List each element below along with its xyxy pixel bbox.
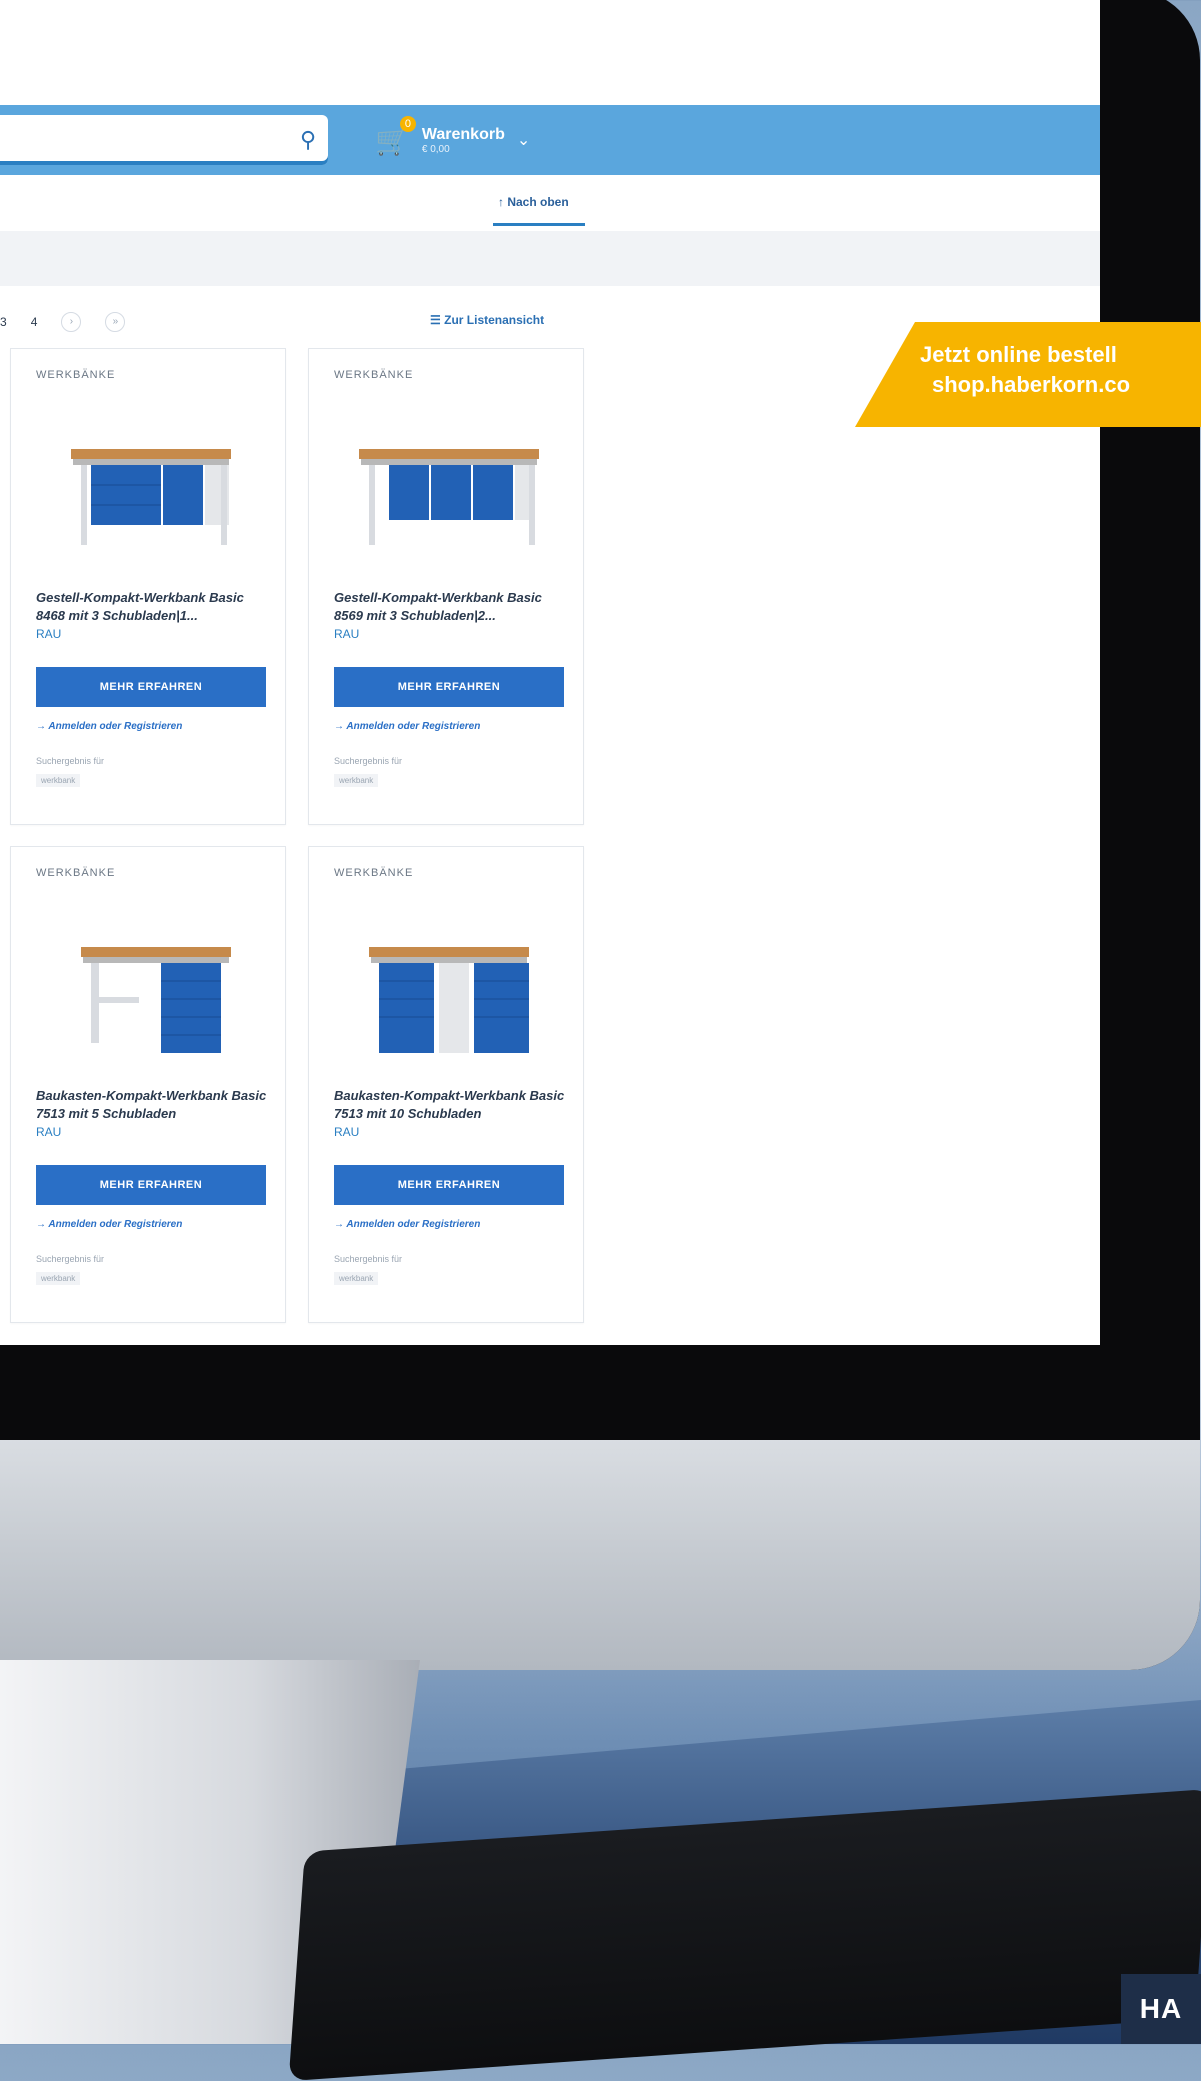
search-term-tag: werkbank [36,774,81,787]
more-info-button[interactable]: MEHR ERFAHREN [36,1165,266,1205]
back-to-top-link[interactable]: ↑ Nach oben [498,195,569,209]
search-icon[interactable]: ⚲ [300,127,326,153]
cart-icon: 🛒 0 [375,115,416,157]
product-category: WERKBÄNKE [334,867,414,879]
cart-amount: € 0,00 [421,143,450,155]
search-result-label: Suchergebnis für [334,756,403,766]
product-brand: RAU [36,1125,62,1139]
promo-banner-line1: Jetzt online bestell [920,342,1117,367]
back-to-top-label: Nach oben [507,195,569,209]
shop-screen: ⚲ 🛒 0 Warenkorb € 0,00 ⌄ ↑ Nach oben 3 4… [0,0,1100,1345]
list-icon: ☰ [430,313,441,327]
page-4-link[interactable]: 4 [31,315,38,329]
product-card: WERKBÄNKE Gestell-Kompakt-Werkbank Basic… [10,348,286,825]
cart-badge: 0 [399,115,416,132]
page-3-link[interactable]: 3 [0,315,7,329]
product-title[interactable]: Gestell-Kompakt-Werkbank Basic 8569 mit … [334,589,569,625]
product-title[interactable]: Baukasten-Kompakt-Werkbank Basic 7513 mi… [334,1087,569,1123]
cart-text: Warenkorb € 0,00 [422,126,505,155]
pagination: 3 4 › » [0,312,126,332]
search-input[interactable] [0,115,328,165]
product-card: WERKBÄNKE Baukasten-Kompakt-Werkbank Bas… [308,846,584,1323]
login-register-link[interactable]: → Anmelden oder Registrieren [36,721,182,732]
product-card: WERKBÄNKE Gestell-Kompakt-Werkbank Basic… [308,348,584,825]
product-category: WERKBÄNKE [334,369,414,381]
workbench-image [81,947,231,1053]
last-page-button[interactable]: » [105,312,126,332]
active-tab-underline [493,223,585,226]
chevron-down-icon: ⌄ [516,132,531,149]
login-register-link[interactable]: → Anmelden oder Registrieren [334,721,480,732]
login-register-link[interactable]: → Anmelden oder Registrieren [36,1219,182,1230]
more-info-button[interactable]: MEHR ERFAHREN [36,667,266,707]
workbench-image [71,449,231,545]
cart-button[interactable]: 🛒 0 Warenkorb € 0,00 ⌄ [375,115,530,165]
search-term-tag: werkbank [334,1272,379,1285]
more-info-button[interactable]: MEHR ERFAHREN [334,1165,564,1205]
product-category: WERKBÄNKE [36,867,116,879]
workbench-image [359,449,539,545]
search-result-label: Suchergebnis für [36,1254,105,1264]
list-view-label: Zur Listenansicht [444,313,545,327]
promo-banner-url: shop.haberkorn.co [932,372,1131,397]
next-page-button[interactable]: › [61,312,82,332]
product-category: WERKBÄNKE [36,369,116,381]
list-view-toggle[interactable]: ☰ Zur Listenansicht [430,313,544,327]
workbench-image [369,947,529,1053]
product-card: WERKBÄNKE Baukasten-Kompakt-Werkbank Bas… [10,846,286,1323]
search-result-label: Suchergebnis für [334,1254,403,1264]
product-brand: RAU [334,1125,360,1139]
product-brand: RAU [334,627,360,641]
search-term-tag: werkbank [36,1272,81,1285]
arrow-up-icon: ↑ [498,195,504,209]
cart-label: Warenkorb [421,125,505,143]
content-strip [0,231,1100,286]
product-title[interactable]: Baukasten-Kompakt-Werkbank Basic 7513 mi… [36,1087,271,1123]
haberkorn-logo: HA [1121,1974,1201,2044]
more-info-button[interactable]: MEHR ERFAHREN [334,667,564,707]
monitor-chin [0,1440,1200,1670]
login-register-link[interactable]: → Anmelden oder Registrieren [334,1219,480,1230]
search-term-tag: werkbank [334,774,379,787]
product-title[interactable]: Gestell-Kompakt-Werkbank Basic 8468 mit … [36,589,271,625]
product-brand: RAU [36,627,62,641]
search-result-label: Suchergebnis für [36,756,105,766]
